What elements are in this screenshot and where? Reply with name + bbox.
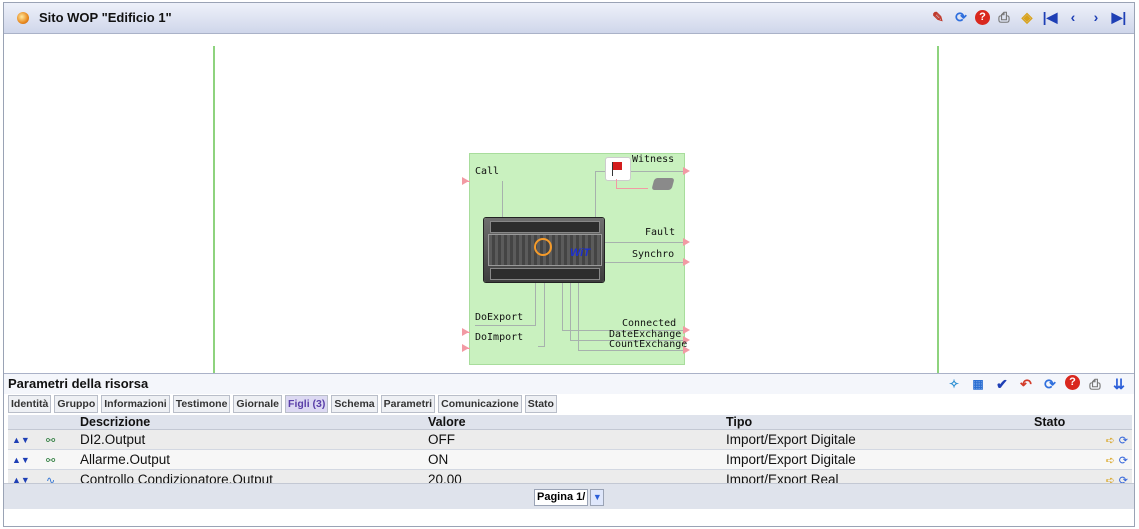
chevron-down-icon[interactable]: ▼ — [590, 489, 605, 506]
tab-figli[interactable]: Figli (3) — [285, 395, 329, 413]
title-bar: Sito WOP "Edificio 1" ✎ ⟳ ? ⎙ ◈ |◀ ‹ › ▶… — [4, 3, 1134, 34]
panel-title: Parametri della risorsa — [8, 376, 149, 391]
port-doexport: DoExport — [475, 312, 524, 323]
table-row[interactable]: ▲▼ ⚯ DI2.Output OFF Import/Export Digita… — [8, 429, 1132, 450]
device-block[interactable]: Call DoExport DoImport Witness Fault Syn… — [462, 153, 690, 365]
col-stato[interactable]: Stato — [1030, 415, 1132, 430]
col-tipo[interactable]: Tipo — [722, 415, 1030, 430]
table-row[interactable]: ▲▼ ⚯ Allarme.Output ON Import/Export Dig… — [8, 449, 1132, 470]
port-synchro: Synchro — [632, 249, 675, 260]
tab-informazioni[interactable]: Informazioni — [101, 395, 170, 413]
cell-valore: ON — [424, 449, 722, 470]
digital-icon: ⚯ — [46, 455, 56, 467]
col-descrizione[interactable]: Descrizione — [76, 415, 424, 430]
device-brand: WiT — [570, 247, 591, 259]
guide-line-right — [937, 46, 939, 373]
sort-arrows-icon[interactable]: ▲▼ — [8, 449, 42, 470]
tab-bar: Identità Gruppo Informazioni Testimone G… — [8, 395, 557, 413]
guide-line-left — [213, 46, 215, 373]
export-icon[interactable]: ◈ — [1018, 8, 1036, 26]
plc-device-image: WiT — [484, 218, 604, 282]
edit-row-icon[interactable]: ➪ — [1106, 435, 1115, 447]
edit-row-icon[interactable]: ➪ — [1106, 455, 1115, 467]
camera-icon — [651, 178, 675, 190]
port-fault: Fault — [645, 227, 676, 238]
undo-icon[interactable]: ↶ — [1017, 375, 1035, 393]
tab-stato[interactable]: Stato — [524, 395, 557, 413]
next-icon[interactable]: › — [1087, 8, 1105, 26]
wizard-icon[interactable]: ✧ — [945, 375, 963, 393]
cell-descrizione: Allarme.Output — [76, 449, 424, 470]
site-icon — [17, 12, 29, 24]
sort-arrows-icon[interactable]: ▲▼ — [8, 429, 42, 450]
grid-icon[interactable]: ▦ — [969, 375, 987, 393]
cell-tipo: Import/Export Digitale — [722, 429, 1030, 450]
first-icon[interactable]: |◀ — [1041, 8, 1059, 26]
port-witness: Witness — [632, 154, 675, 165]
col-valore[interactable]: Valore — [424, 415, 722, 430]
edit-icon[interactable]: ✎ — [929, 8, 947, 26]
children-table: Descrizione Valore Tipo Stato ▲▼ ⚯ DI2.O… — [8, 415, 1132, 489]
refresh-icon[interactable]: ⟳ — [952, 8, 970, 26]
tab-gruppo[interactable]: Gruppo — [54, 395, 99, 413]
port-doimport: DoImport — [475, 332, 524, 343]
print-icon[interactable]: ⎙ — [995, 8, 1013, 26]
tab-identita[interactable]: Identità — [8, 395, 52, 413]
help-panel-icon[interactable]: ? — [1065, 375, 1080, 390]
help-icon[interactable]: ? — [975, 9, 990, 25]
tab-comunicazione[interactable]: Comunicazione — [438, 395, 522, 413]
panel-header: Parametri della risorsa ✧ ▦ ✔ ↶ ⟳ ? ⎙ ⇊ — [4, 373, 1134, 394]
check-icon[interactable]: ✔ — [993, 375, 1011, 393]
cell-valore: OFF — [424, 429, 722, 450]
tab-testimone[interactable]: Testimone — [172, 395, 231, 413]
prev-icon[interactable]: ‹ — [1064, 8, 1082, 26]
tab-giornale[interactable]: Giornale — [233, 395, 283, 413]
witness-flag-icon[interactable] — [605, 157, 631, 181]
schema-canvas: Call DoExport DoImport Witness Fault Syn… — [4, 34, 1134, 373]
tab-schema[interactable]: Schema — [331, 395, 378, 413]
pager-bar: Pagina 1/ ▼ — [4, 483, 1134, 509]
port-connected: Connected — [622, 318, 677, 329]
print-panel-icon[interactable]: ⎙ — [1086, 375, 1104, 393]
page-select[interactable]: Pagina 1/ — [534, 489, 589, 506]
refresh-panel-icon[interactable]: ⟳ — [1041, 375, 1059, 393]
window-title: Sito WOP "Edificio 1" — [39, 10, 172, 25]
refresh-row-icon[interactable]: ⟳ — [1119, 435, 1128, 447]
cell-descrizione: DI2.Output — [76, 429, 424, 450]
cell-tipo: Import/Export Digitale — [722, 449, 1030, 470]
port-countexchange: CountExchange — [609, 339, 688, 350]
collapse-icon[interactable]: ⇊ — [1110, 375, 1128, 393]
refresh-row-icon[interactable]: ⟳ — [1119, 455, 1128, 467]
port-call: Call — [475, 166, 500, 177]
last-icon[interactable]: ▶| — [1110, 8, 1128, 26]
app-window: Sito WOP "Edificio 1" ✎ ⟳ ? ⎙ ◈ |◀ ‹ › ▶… — [3, 2, 1135, 527]
digital-icon: ⚯ — [46, 435, 56, 447]
tab-parametri[interactable]: Parametri — [380, 395, 436, 413]
